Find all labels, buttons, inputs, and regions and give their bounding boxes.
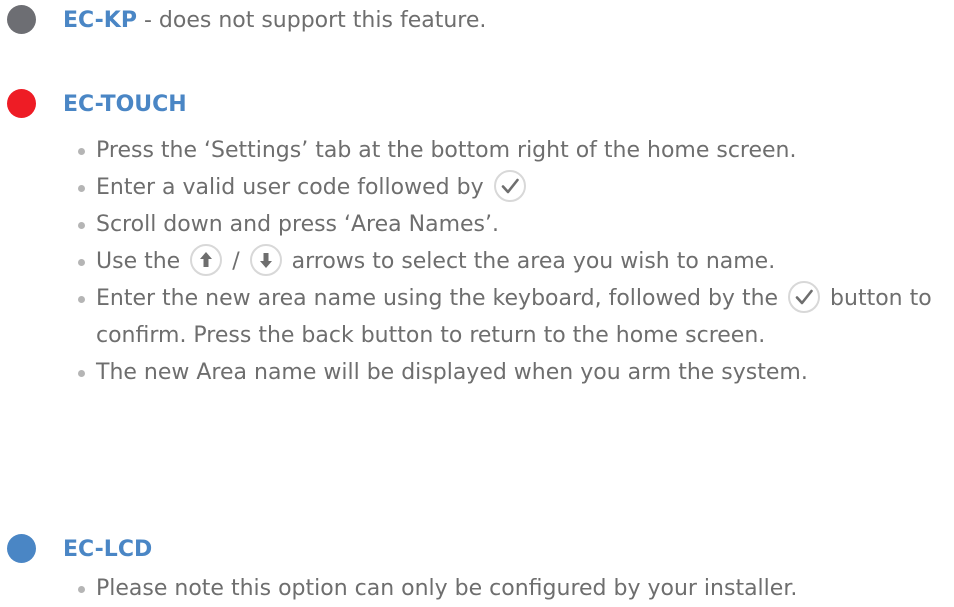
ec-touch-steps: Press the ‘Settings’ tab at the bottom r… [78, 132, 954, 391]
step-text: Enter the new area name using the keyboa… [96, 286, 779, 311]
step-text: Press the ‘Settings’ tab at the bottom r… [96, 138, 797, 163]
list-item: Enter a valid user code followed by [78, 169, 954, 206]
step-text: Enter a valid user code followed by [96, 175, 484, 200]
ec-lcd-steps: Please note this option can only be conf… [78, 570, 797, 607]
ec-touch-title: EC-TOUCH [63, 92, 187, 117]
step-text: Scroll down and press ‘Area Names’. [96, 212, 499, 237]
step-text: Use the [96, 249, 181, 274]
check-icon [493, 170, 526, 202]
ec-lcd-title: EC-LCD [63, 537, 153, 562]
ec-kp-title: EC-KP [63, 8, 137, 33]
ec-touch-status-dot [7, 89, 36, 118]
arrow-down-icon [249, 244, 282, 276]
step-text: Please note this option can only be conf… [96, 576, 798, 601]
step-text: arrows to select the area you wish to na… [291, 249, 776, 274]
arrow-up-icon [190, 244, 223, 276]
ec-kp-status-dot [7, 5, 36, 34]
step-text: The new Area name will be displayed when… [96, 360, 808, 385]
list-item: Press the ‘Settings’ tab at the bottom r… [78, 132, 954, 169]
ec-kp-note: - does not support this feature. [136, 8, 487, 33]
ec-lcd-status-dot [7, 534, 36, 563]
list-item: The new Area name will be displayed when… [78, 354, 954, 391]
ec-kp-line: EC-KP - does not support this feature. [63, 8, 486, 33]
check-icon [788, 281, 821, 313]
step-separator: / [232, 249, 240, 274]
list-item: Use the / arrows to select the area you … [78, 243, 954, 280]
list-item: Please note this option can only be conf… [78, 570, 797, 607]
list-item: Enter the new area name using the keyboa… [78, 280, 954, 354]
list-item: Scroll down and press ‘Area Names’. [78, 206, 954, 243]
